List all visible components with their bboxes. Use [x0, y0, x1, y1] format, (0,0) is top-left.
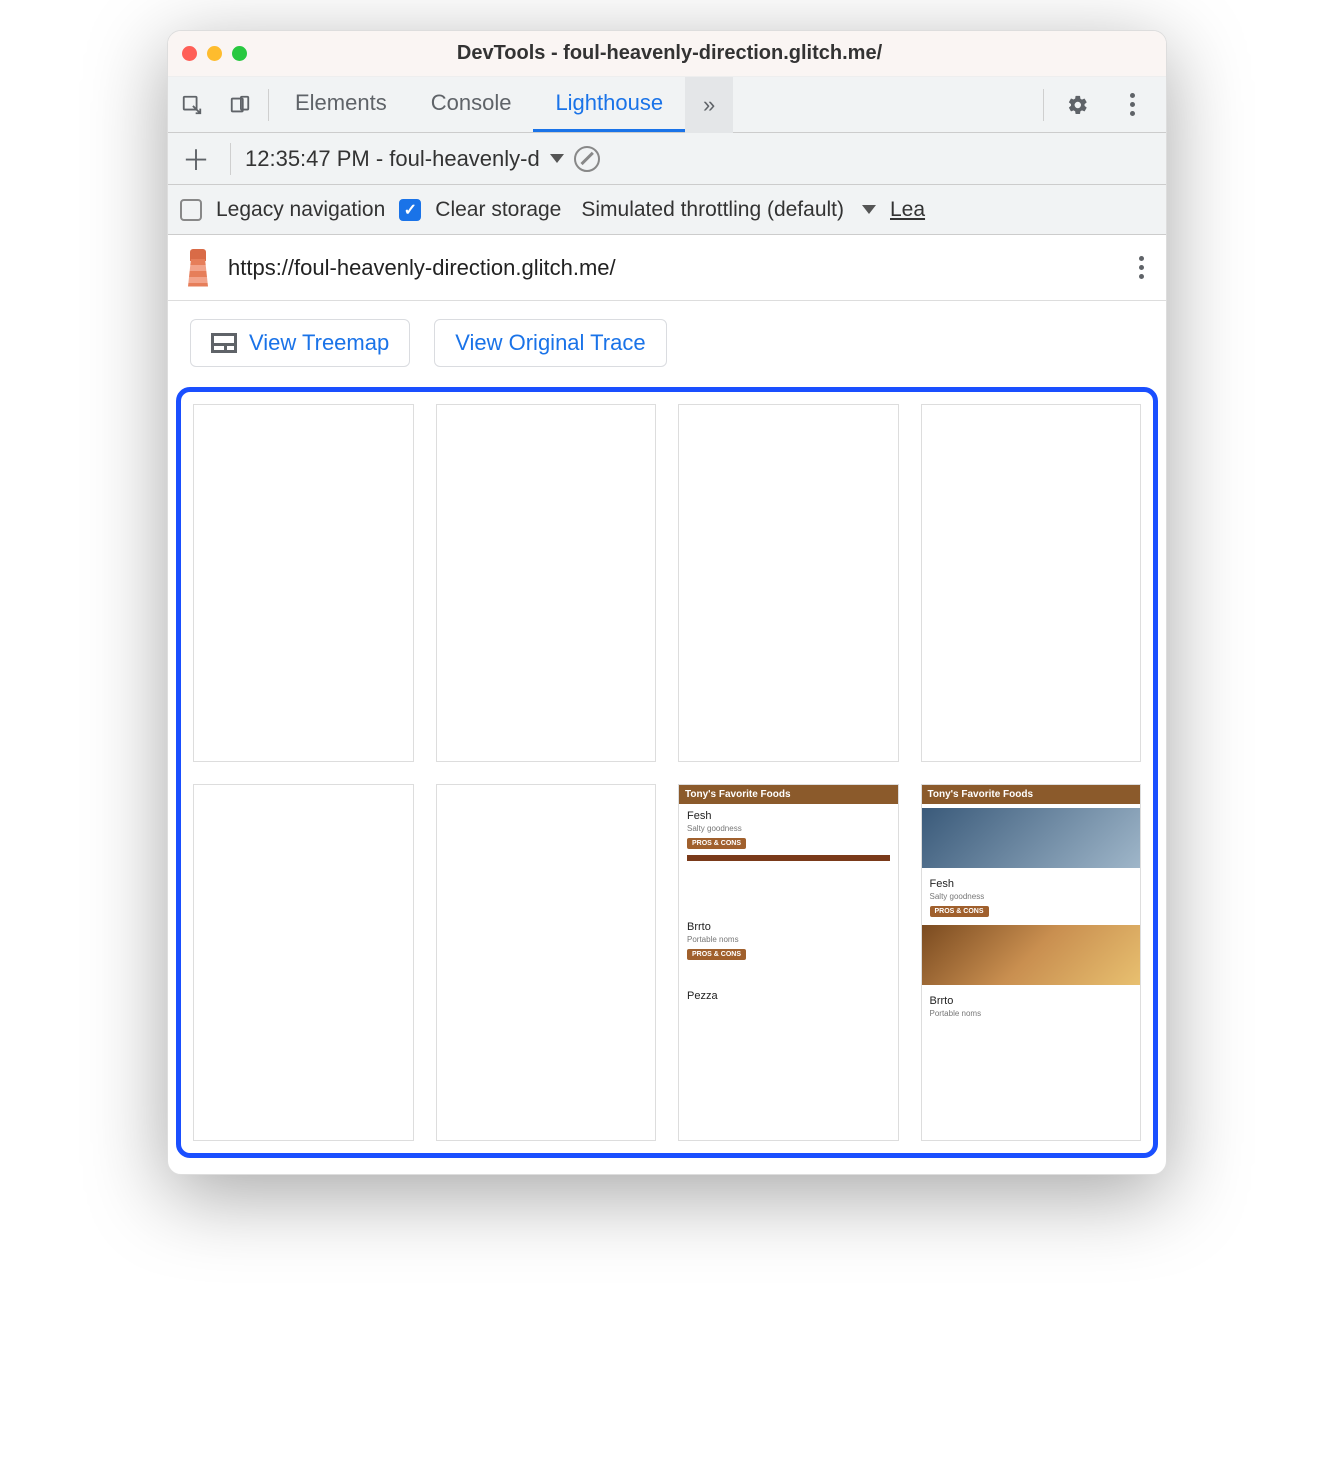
divider	[268, 89, 269, 121]
audited-url: https://foul-heavenly-direction.glitch.m…	[228, 255, 1117, 281]
tab-lighthouse[interactable]: Lighthouse	[533, 77, 685, 132]
tab-console[interactable]: Console	[409, 77, 534, 132]
legacy-navigation-checkbox[interactable]	[180, 199, 202, 221]
filmstrip-frame[interactable]	[436, 784, 657, 1142]
settings-icon[interactable]	[1054, 77, 1102, 133]
mini-item-sub: Portable noms	[687, 935, 890, 944]
mini-image	[922, 808, 1141, 868]
filmstrip-highlight: Tony's Favorite Foods Fesh Salty goodnes…	[176, 387, 1158, 1158]
view-original-trace-label: View Original Trace	[455, 330, 645, 356]
filmstrip: Tony's Favorite Foods Fesh Salty goodnes…	[193, 404, 1141, 1141]
lighthouse-options: Legacy navigation ✓ Clear storage Simula…	[168, 185, 1166, 235]
report-dropdown-label: 12:35:47 PM - foul-heavenly-d	[245, 146, 540, 172]
inspect-icon[interactable]	[168, 77, 216, 133]
mini-item-title: Fesh	[930, 878, 1133, 890]
tab-elements[interactable]: Elements	[273, 77, 409, 132]
mini-item-title: Brrto	[930, 995, 1133, 1007]
divider	[230, 143, 231, 175]
mini-item-button: PROS & CONS	[687, 838, 746, 849]
view-treemap-label: View Treemap	[249, 330, 389, 356]
mini-item-title: Brrto	[687, 921, 890, 933]
mini-item-title: Fesh	[687, 810, 890, 822]
devtools-tabbar: Elements Console Lighthouse »	[168, 77, 1166, 133]
device-toggle-icon[interactable]	[216, 77, 264, 133]
audited-url-row: https://foul-heavenly-direction.glitch.m…	[168, 235, 1166, 301]
filmstrip-frame[interactable]	[678, 404, 899, 762]
clear-storage-checkbox[interactable]: ✓	[399, 199, 421, 221]
mini-item-sub: Salty goodness	[930, 892, 1133, 901]
filmstrip-frame[interactable]	[436, 404, 657, 762]
new-report-button[interactable]: ＋	[176, 139, 216, 179]
titlebar: DevTools - foul-heavenly-direction.glitc…	[168, 31, 1166, 77]
mini-image	[922, 925, 1141, 985]
filmstrip-frame[interactable]: Tony's Favorite Foods Fesh Salty goodnes…	[678, 784, 899, 1142]
filmstrip-frame[interactable]	[193, 784, 414, 1142]
mini-item-title: Pezza	[687, 990, 890, 1002]
report-selector-row: ＋ 12:35:47 PM - foul-heavenly-d	[168, 133, 1166, 185]
lighthouse-icon	[182, 249, 214, 287]
window-title: DevTools - foul-heavenly-direction.glitc…	[187, 42, 1152, 65]
filmstrip-frame[interactable]	[193, 404, 414, 762]
mini-item-button: PROS & CONS	[687, 949, 746, 960]
report-actions: View Treemap View Original Trace	[168, 301, 1166, 379]
mini-item-sub: Portable noms	[930, 1009, 1133, 1018]
view-original-trace-button[interactable]: View Original Trace	[434, 319, 666, 367]
treemap-icon	[211, 333, 237, 353]
mini-page-header: Tony's Favorite Foods	[679, 785, 898, 804]
devtools-window: DevTools - foul-heavenly-direction.glitc…	[167, 30, 1167, 1175]
learn-more-link[interactable]: Lea	[890, 198, 925, 222]
report-dropdown[interactable]: 12:35:47 PM - foul-heavenly-d	[245, 146, 564, 172]
throttling-label: Simulated throttling (default)	[581, 198, 844, 222]
chevron-down-icon[interactable]	[862, 205, 876, 214]
divider	[1043, 89, 1044, 121]
filmstrip-frame[interactable]: Tony's Favorite Foods Fesh Salty goodnes…	[921, 784, 1142, 1142]
more-icon[interactable]	[1108, 77, 1156, 133]
clear-storage-label: Clear storage	[435, 198, 561, 222]
mini-item-button: PROS & CONS	[930, 906, 989, 917]
filmstrip-frame[interactable]	[921, 404, 1142, 762]
mini-page-header: Tony's Favorite Foods	[922, 785, 1141, 804]
view-treemap-button[interactable]: View Treemap	[190, 319, 410, 367]
chevron-down-icon	[550, 154, 564, 163]
clear-icon[interactable]	[574, 146, 600, 172]
report-menu-icon[interactable]	[1131, 248, 1152, 287]
tabs-overflow-icon[interactable]: »	[685, 77, 733, 133]
mini-item-sub: Salty goodness	[687, 824, 890, 833]
legacy-navigation-label: Legacy navigation	[216, 198, 385, 222]
